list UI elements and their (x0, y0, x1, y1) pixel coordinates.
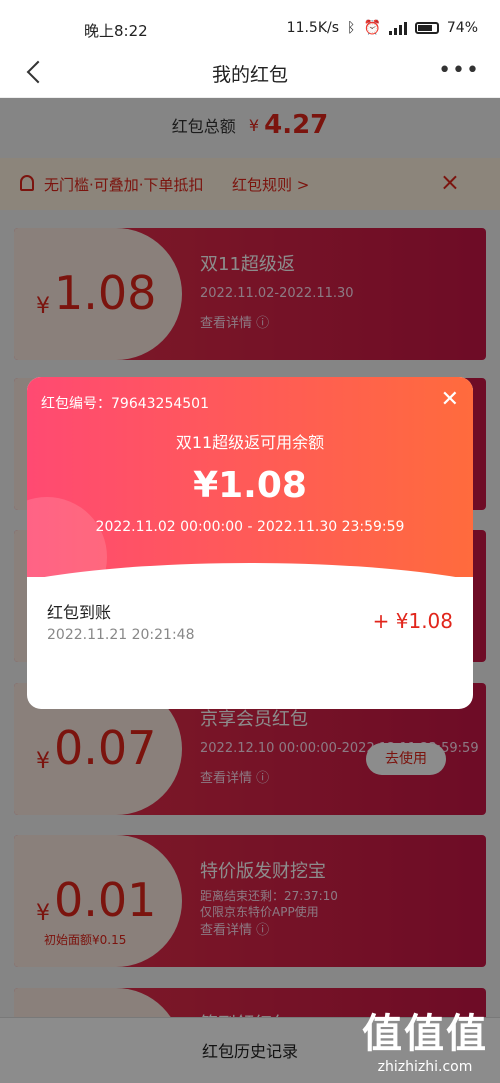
record-label: 红包到账 (47, 603, 112, 622)
record-time: 2022.11.21 20:21:48 (47, 627, 195, 643)
modal-title: 双11超级返可用余额 (175, 433, 325, 452)
signal-icon (388, 21, 407, 35)
alarm-icon: ⏰ (363, 20, 381, 36)
bluetooth-icon: ᛒ (347, 20, 356, 36)
modal-amount: ¥1.08 (193, 465, 307, 506)
watermark-domain: zhizhizhi.com (377, 1059, 473, 1075)
packet-number: 红包编号：79643254501 (41, 396, 209, 412)
close-icon[interactable]: ✕ (441, 387, 459, 412)
watermark: 值值值 zhizhizhi.com (362, 1001, 488, 1075)
status-icons: 11.5K/s ᛒ ⏰ 74% (287, 20, 478, 36)
watermark-logo: 值值值 (362, 1011, 488, 1057)
status-time: 晚上8:22 (84, 22, 148, 40)
page-title: 我的红包 (211, 64, 288, 86)
network-speed: 11.5K/s (286, 20, 340, 36)
red-packet-modal: 红包编号：79643254501 ✕ 双11超级返可用余额 ¥1.08 2022… (27, 377, 473, 709)
record-amount: + ¥1.08 (372, 609, 453, 633)
nav-bar: 我的红包 ••• (0, 58, 500, 98)
modal-period: 2022.11.02 00:00:00 - 2022.11.30 23:59:5… (95, 519, 405, 535)
more-icon[interactable]: ••• (438, 58, 480, 83)
battery-icon (414, 22, 439, 34)
battery-level: 74% (446, 20, 478, 36)
status-bar: 晚上8:22 11.5K/s ᛒ ⏰ 74% (0, 0, 500, 58)
